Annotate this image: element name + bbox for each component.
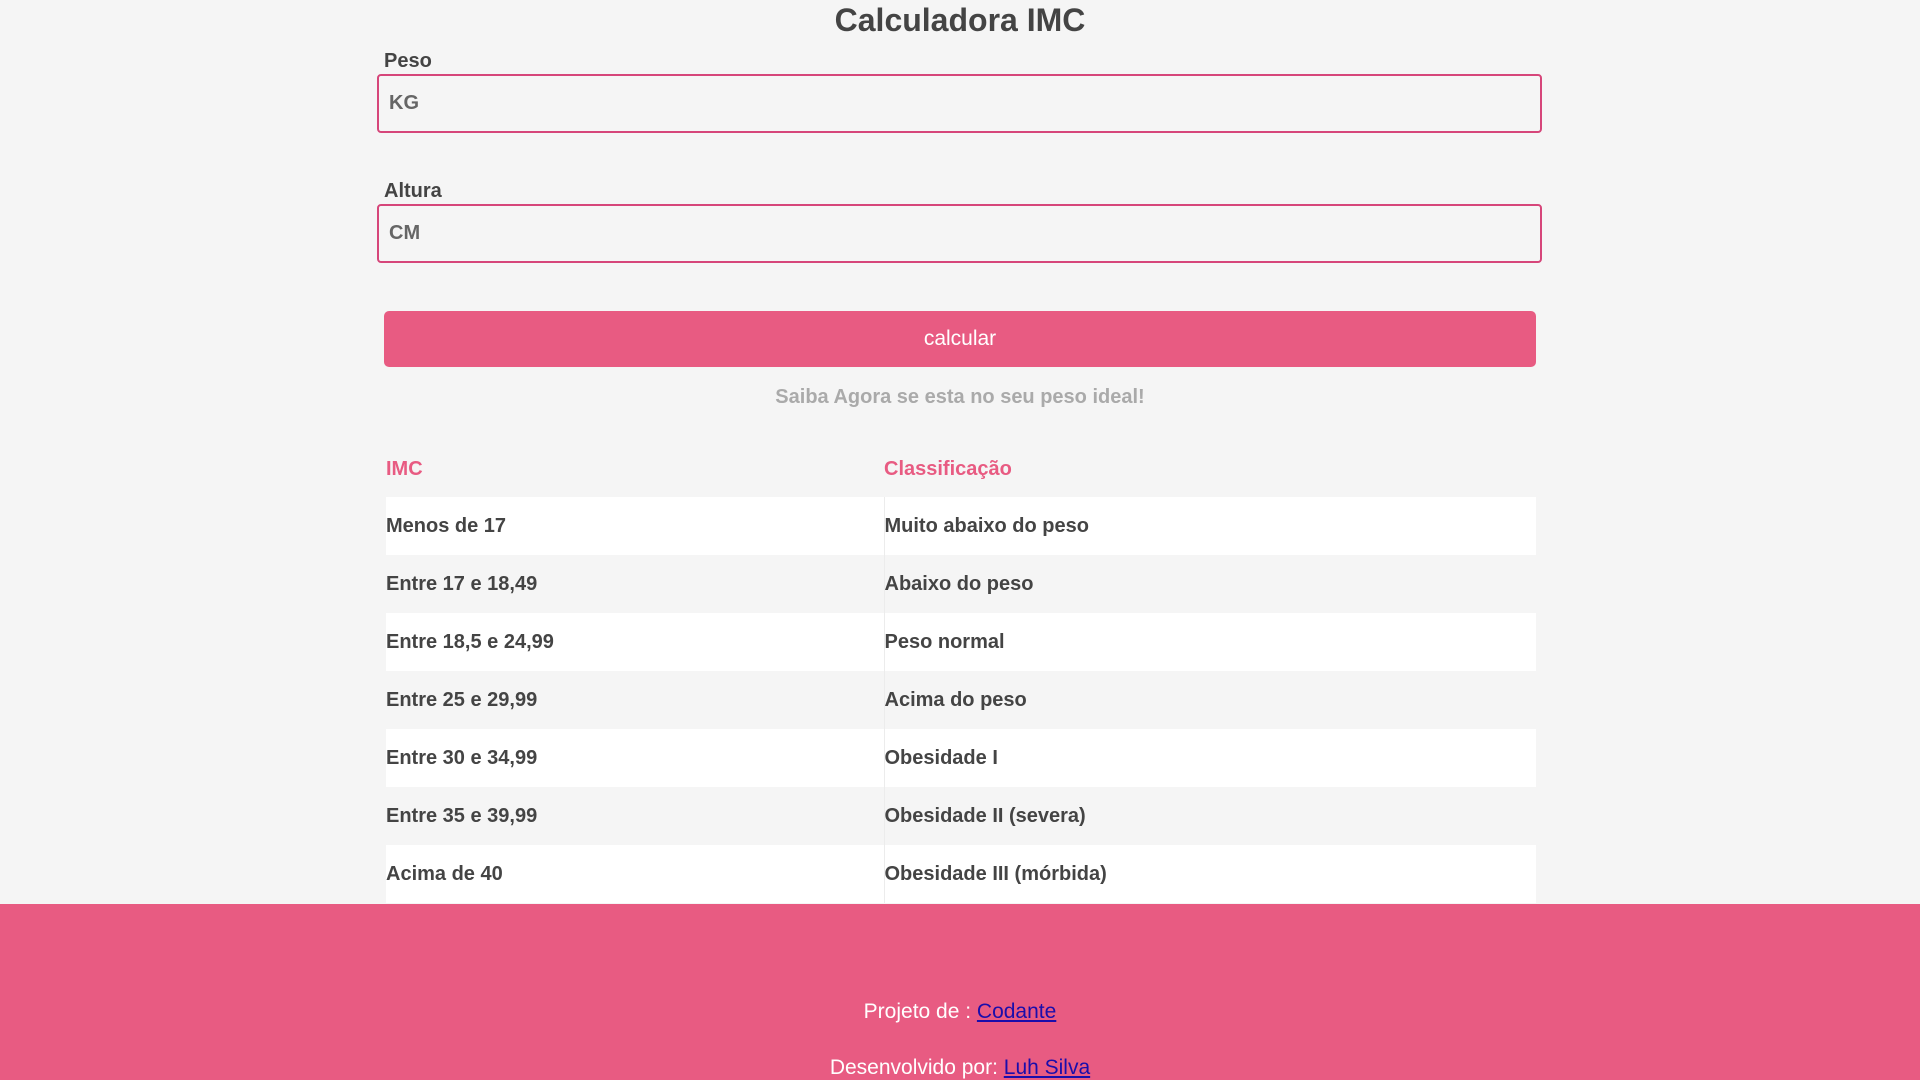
page-title: Calculadora IMC [834, 2, 1086, 38]
classificacao-cell: Muito abaixo do peso [883, 497, 1536, 555]
altura-label: Altura [384, 180, 442, 202]
altura-input[interactable] [377, 204, 1542, 263]
peso-label: Peso [384, 50, 432, 72]
table-row: Entre 18,5 e 24,99 Peso normal [386, 613, 1536, 671]
table-row: Entre 35 e 39,99 Obesidade II (severa) [386, 787, 1536, 845]
imc-cell: Entre 30 e 34,99 [386, 729, 884, 787]
codante-link[interactable]: Codante [977, 1000, 1056, 1023]
table-row: Menos de 17 Muito abaixo do peso [386, 497, 1536, 555]
table-row: Acima de 40 Obesidade III (mórbida) [386, 845, 1536, 903]
classificacao-cell: Obesidade II (severa) [883, 787, 1536, 845]
classificacao-cell: Acima do peso [883, 671, 1536, 729]
peso-input[interactable] [377, 74, 1542, 133]
hint-text: Saiba Agora se esta no seu peso ideal! [775, 386, 1145, 408]
classificacao-cell: Peso normal [883, 613, 1536, 671]
footer-project-prefix: Projeto de : [863, 1000, 977, 1023]
table-row: Entre 17 e 18,49 Abaixo do peso [386, 555, 1536, 613]
imc-table: IMC Classificação Menos de 17 Muito abai… [386, 441, 1536, 903]
classificacao-cell: Obesidade III (mórbida) [883, 845, 1536, 903]
footer-dev-prefix: Desenvolvido por: [829, 1056, 1004, 1079]
luh-silva-link[interactable]: Luh Silva [1004, 1056, 1090, 1079]
table-row: Entre 30 e 34,99 Obesidade I [386, 729, 1536, 787]
classificacao-cell: Obesidade I [883, 729, 1536, 787]
footer: Projeto de : Codante Desenvolvido por: L… [0, 904, 1920, 1080]
header-classificacao: Classificação [884, 457, 1012, 480]
imc-cell: Entre 18,5 e 24,99 [386, 613, 884, 671]
page: Calculadora IMC Peso Altura calcular Sai… [0, 0, 1920, 1080]
footer-dev-line: Desenvolvido por: Luh Silva [0, 1056, 1920, 1080]
table-row: Entre 25 e 29,99 Acima do peso [386, 671, 1536, 729]
classificacao-cell: Abaixo do peso [883, 555, 1536, 613]
table-header-row: IMC Classificação [386, 441, 1536, 497]
imc-cell: Menos de 17 [386, 497, 884, 555]
imc-cell: Entre 17 e 18,49 [386, 555, 884, 613]
calculator-container: Calculadora IMC Peso Altura calcular Sai… [377, 0, 1542, 903]
footer-project-line: Projeto de : Codante [0, 1000, 1920, 1024]
imc-cell: Acima de 40 [386, 845, 884, 903]
imc-cell: Entre 25 e 29,99 [386, 671, 884, 729]
header-imc: IMC [386, 457, 423, 480]
imc-cell: Entre 35 e 39,99 [386, 787, 884, 845]
calcular-button[interactable]: calcular [384, 311, 1536, 367]
